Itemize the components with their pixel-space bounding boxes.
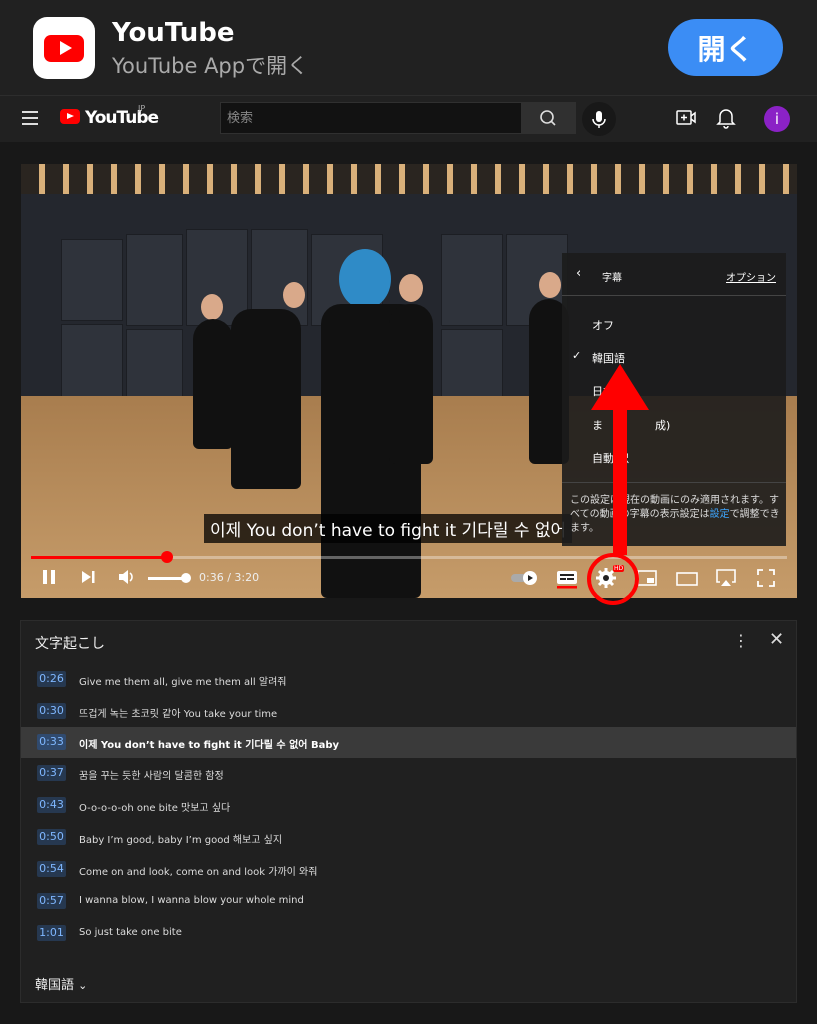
transcript-row[interactable]: 0:50 Baby I’m good, baby I’m good 해보고 싶지: [21, 822, 796, 853]
chevron-down-icon: ⌄: [78, 979, 88, 992]
theater-icon[interactable]: [676, 571, 698, 591]
autoplay-toggle[interactable]: [510, 570, 540, 591]
youtube-app-icon[interactable]: [33, 17, 95, 79]
youtube-logo-icon[interactable]: [60, 109, 80, 124]
mic-icon: [592, 111, 606, 128]
caption-option-off[interactable]: オフ: [592, 317, 614, 333]
current-time: 0:36: [199, 571, 224, 584]
caption-option-auto-generated-end: 成): [655, 419, 671, 432]
app-name: YouTube: [112, 18, 235, 48]
menu-divider: [562, 295, 786, 296]
back-chevron-icon[interactable]: ‹: [576, 266, 581, 281]
region-label: JP: [138, 104, 146, 113]
search-button[interactable]: [522, 102, 576, 134]
avatar[interactable]: i: [764, 106, 790, 132]
duration: 3:20: [234, 571, 260, 584]
search-box: [220, 102, 522, 134]
transcript-text: 뜨겁게 녹는 초코릿 같아 You take your time: [79, 709, 278, 720]
open-app-button[interactable]: 開く: [668, 19, 783, 76]
transcript-text: Give me them all, give me them all 알려줘: [79, 677, 287, 688]
voice-search-button[interactable]: [582, 102, 616, 136]
video-ceiling: [21, 164, 797, 194]
transcript-timestamp[interactable]: 0:57: [37, 893, 66, 909]
miniplayer-icon[interactable]: [637, 570, 657, 591]
transcript-footer: [21, 946, 796, 1002]
captions-note: この設定は現在の動画にのみ適用されます。すべての動画の字幕の表示設定は設定で調整…: [570, 494, 780, 536]
transcript-timestamp[interactable]: 0:26: [37, 671, 66, 687]
more-options-icon[interactable]: ⋮: [733, 631, 749, 650]
annotation-arrow-icon: [591, 364, 649, 410]
transcript-title: 文字起こし: [35, 636, 105, 652]
airplay-icon[interactable]: [715, 569, 737, 592]
next-icon[interactable]: [80, 569, 96, 590]
progress-scrubber[interactable]: [161, 551, 173, 563]
caption-option-auto-generated[interactable]: ま 成): [592, 417, 670, 433]
caption-option-auto-translate-start: 自動: [592, 452, 614, 465]
transcript-timestamp[interactable]: 0:33: [37, 734, 66, 750]
transcript-text: I wanna blow, I wanna blow your whole mi…: [79, 895, 304, 906]
transcript-row[interactable]: 0:26 Give me them all, give me them all 알…: [21, 664, 796, 695]
bell-icon[interactable]: [716, 107, 736, 133]
menu-divider: [562, 482, 786, 483]
transcript-text: Baby I’m good, baby I’m good 해보고 싶지: [79, 835, 283, 846]
transcript-timestamp[interactable]: 0:50: [37, 829, 66, 845]
annotation-arrow-shaft: [613, 400, 627, 555]
transcript-row[interactable]: 0:43 O-o-o-o-oh one bite 맛보고 싶다: [21, 790, 796, 821]
time-separator: /: [223, 571, 235, 584]
captions-menu-title: 字幕: [602, 273, 622, 284]
captions-icon[interactable]: [556, 569, 578, 594]
check-icon: ✓: [572, 349, 582, 362]
transcript-row[interactable]: 0:54 Come on and look, come on and look 가…: [21, 854, 796, 885]
captions-settings-link[interactable]: 設定: [710, 509, 730, 520]
transcript-row[interactable]: 0:37 꿈을 꾸는 듯한 사람의 달콤한 함정: [21, 758, 796, 789]
caption-text: 이제 You don’t have to fight it 기다릴 수 없어: [204, 514, 573, 543]
pause-icon[interactable]: [41, 569, 57, 590]
play-triangle-icon: [60, 41, 72, 55]
close-icon[interactable]: ✕: [769, 629, 784, 650]
time-display: 0:36 / 3:20: [199, 571, 259, 584]
fullscreen-icon[interactable]: [757, 569, 775, 592]
search-icon: [540, 110, 556, 126]
caption-option-auto-generated-start: ま: [592, 419, 603, 432]
transcript-timestamp[interactable]: 1:01: [37, 925, 66, 941]
transcript-text: So just take one bite: [79, 927, 182, 938]
transcript-timestamp[interactable]: 0:43: [37, 797, 66, 813]
transcript-row[interactable]: 0:57 I wanna blow, I wanna blow your whol…: [21, 886, 796, 917]
captions-options-link[interactable]: オプション: [726, 269, 776, 284]
transcript-timestamp[interactable]: 0:54: [37, 861, 66, 877]
transcript-row[interactable]: 0:30 뜨겁게 녹는 초코릿 같아 You take your time: [21, 696, 796, 727]
menu-icon[interactable]: [22, 111, 38, 125]
volume-handle[interactable]: [181, 573, 191, 583]
transcript-timestamp[interactable]: 0:37: [37, 765, 66, 781]
youtube-wordmark[interactable]: YouTube: [85, 108, 159, 128]
progress-fill: [31, 556, 167, 559]
search-input[interactable]: [221, 103, 521, 133]
annotation-circle: [587, 553, 639, 605]
transcript-text: 꿈을 꾸는 듯한 사람의 달콤한 함정: [79, 771, 224, 782]
app-subtitle: YouTube Appで開く: [112, 54, 309, 78]
transcript-language-label: 韓国語: [35, 978, 75, 993]
create-icon[interactable]: [676, 109, 696, 131]
transcript-row-active[interactable]: 0:33 이제 You don’t have to fight it 기다릴 수 …: [21, 727, 796, 758]
transcript-panel: 文字起こし ⋮ ✕ 0:26 Give me them all, give me …: [20, 620, 797, 1003]
transcript-text: 이제 You don’t have to fight it 기다릴 수 없어 B…: [79, 740, 339, 751]
transcript-text: O-o-o-o-oh one bite 맛보고 싶다: [79, 803, 231, 814]
transcript-timestamp[interactable]: 0:30: [37, 703, 66, 719]
transcript-row[interactable]: 1:01 So just take one bite: [21, 918, 796, 949]
transcript-text: Come on and look, come on and look 가까이 와…: [79, 867, 318, 878]
transcript-language-select[interactable]: 韓国語 ⌄: [35, 974, 87, 993]
volume-icon[interactable]: [118, 569, 136, 590]
